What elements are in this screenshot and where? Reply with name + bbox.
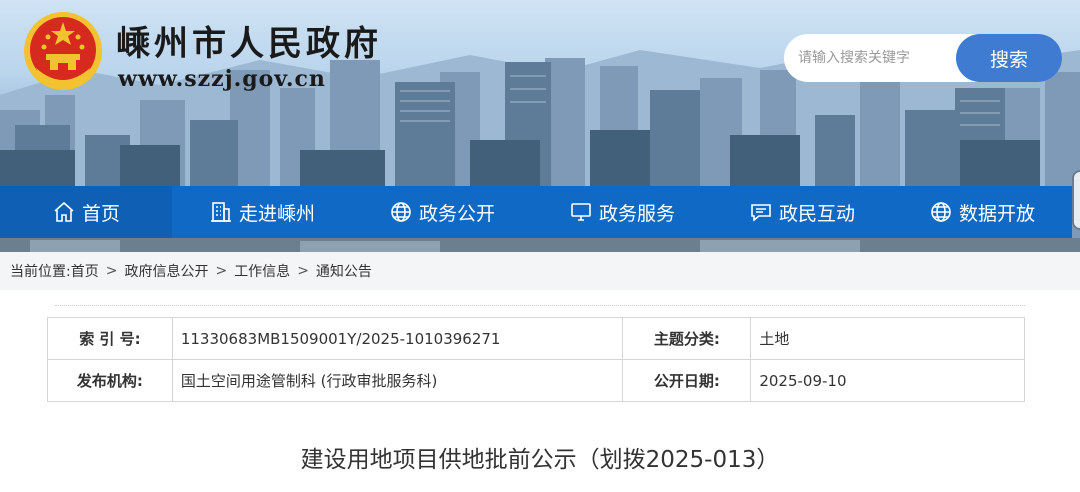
- breadcrumb-gov-info[interactable]: 政府信息公开: [124, 261, 208, 281]
- monitor-icon: [571, 203, 591, 221]
- globe-icon: [391, 202, 411, 222]
- topic-label: 主题分类:: [622, 317, 752, 360]
- breadcrumb-notices[interactable]: 通知公告: [316, 261, 372, 281]
- nav-item-gov-services[interactable]: 政务服务: [532, 186, 712, 238]
- nav-item-interaction[interactable]: 政民互动: [712, 186, 892, 238]
- nav-item-home[interactable]: 首页: [0, 186, 172, 238]
- site-url: www.szzj.gov.cn: [118, 66, 326, 92]
- nav-item-about[interactable]: 走进嵊州: [172, 186, 352, 238]
- breadcrumb-separator: >: [215, 263, 228, 279]
- breadcrumb-work-info[interactable]: 工作信息: [234, 261, 290, 281]
- publish-date-label: 公开日期:: [622, 359, 752, 402]
- nav-item-label: 数据开放: [958, 202, 1035, 225]
- publisher-label: 发布机构:: [47, 359, 173, 402]
- breadcrumb-prefix: 当前位置:: [10, 264, 71, 280]
- site-title: 嵊州市人民政府: [116, 24, 382, 64]
- home-icon: [54, 201, 74, 222]
- publish-date-value: 2025-09-10: [750, 359, 1025, 402]
- breadcrumb-separator: >: [105, 263, 118, 279]
- side-float-handle[interactable]: [1072, 170, 1080, 230]
- search-button[interactable]: 搜索: [956, 34, 1062, 82]
- building-icon: [210, 202, 231, 222]
- divider: [55, 305, 1025, 306]
- index-number-value: 11330683MB1509001Y/2025-1010396271: [171, 317, 624, 360]
- nav-item-label: 政务服务: [598, 202, 675, 225]
- chat-icon: [751, 204, 771, 222]
- index-number-label: 索 引 号:: [47, 317, 173, 360]
- search-box: 搜索: [784, 34, 1062, 82]
- table-row: 发布机构: 国土空间用途管制科 (行政审批服务科) 公开日期: 2025-09-…: [47, 359, 1025, 402]
- main-nav: 首页 走进嵊州 政务公开 政务服务 政民互动 数据开放: [0, 186, 1072, 238]
- nav-item-label: 政务公开: [418, 202, 495, 225]
- national-emblem-icon: [24, 12, 102, 90]
- nav-item-open-data[interactable]: 数据开放: [892, 186, 1072, 238]
- search-input[interactable]: [784, 34, 964, 82]
- nav-item-gov-affairs[interactable]: 政务公开: [352, 186, 532, 238]
- nav-item-label: 走进嵊州: [238, 202, 315, 225]
- breadcrumb: 当前位置: 首页 > 政府信息公开 > 工作信息 > 通知公告: [0, 252, 1080, 290]
- document-title: 建设用地项目供地批前公示（划拨2025-013）: [300, 447, 780, 473]
- topic-value: 土地: [750, 317, 1025, 360]
- nav-item-label: 政民互动: [778, 202, 855, 225]
- breadcrumb-separator: >: [297, 263, 309, 279]
- breadcrumb-home[interactable]: 首页: [71, 261, 99, 281]
- document-meta-table: 索 引 号: 11330683MB1509001Y/2025-101039627…: [47, 317, 1025, 402]
- table-row: 索 引 号: 11330683MB1509001Y/2025-101039627…: [47, 317, 1025, 360]
- nav-item-label: 首页: [81, 202, 120, 225]
- publisher-value: 国土空间用途管制科 (行政审批服务科): [171, 359, 624, 402]
- globe-icon: [931, 202, 951, 222]
